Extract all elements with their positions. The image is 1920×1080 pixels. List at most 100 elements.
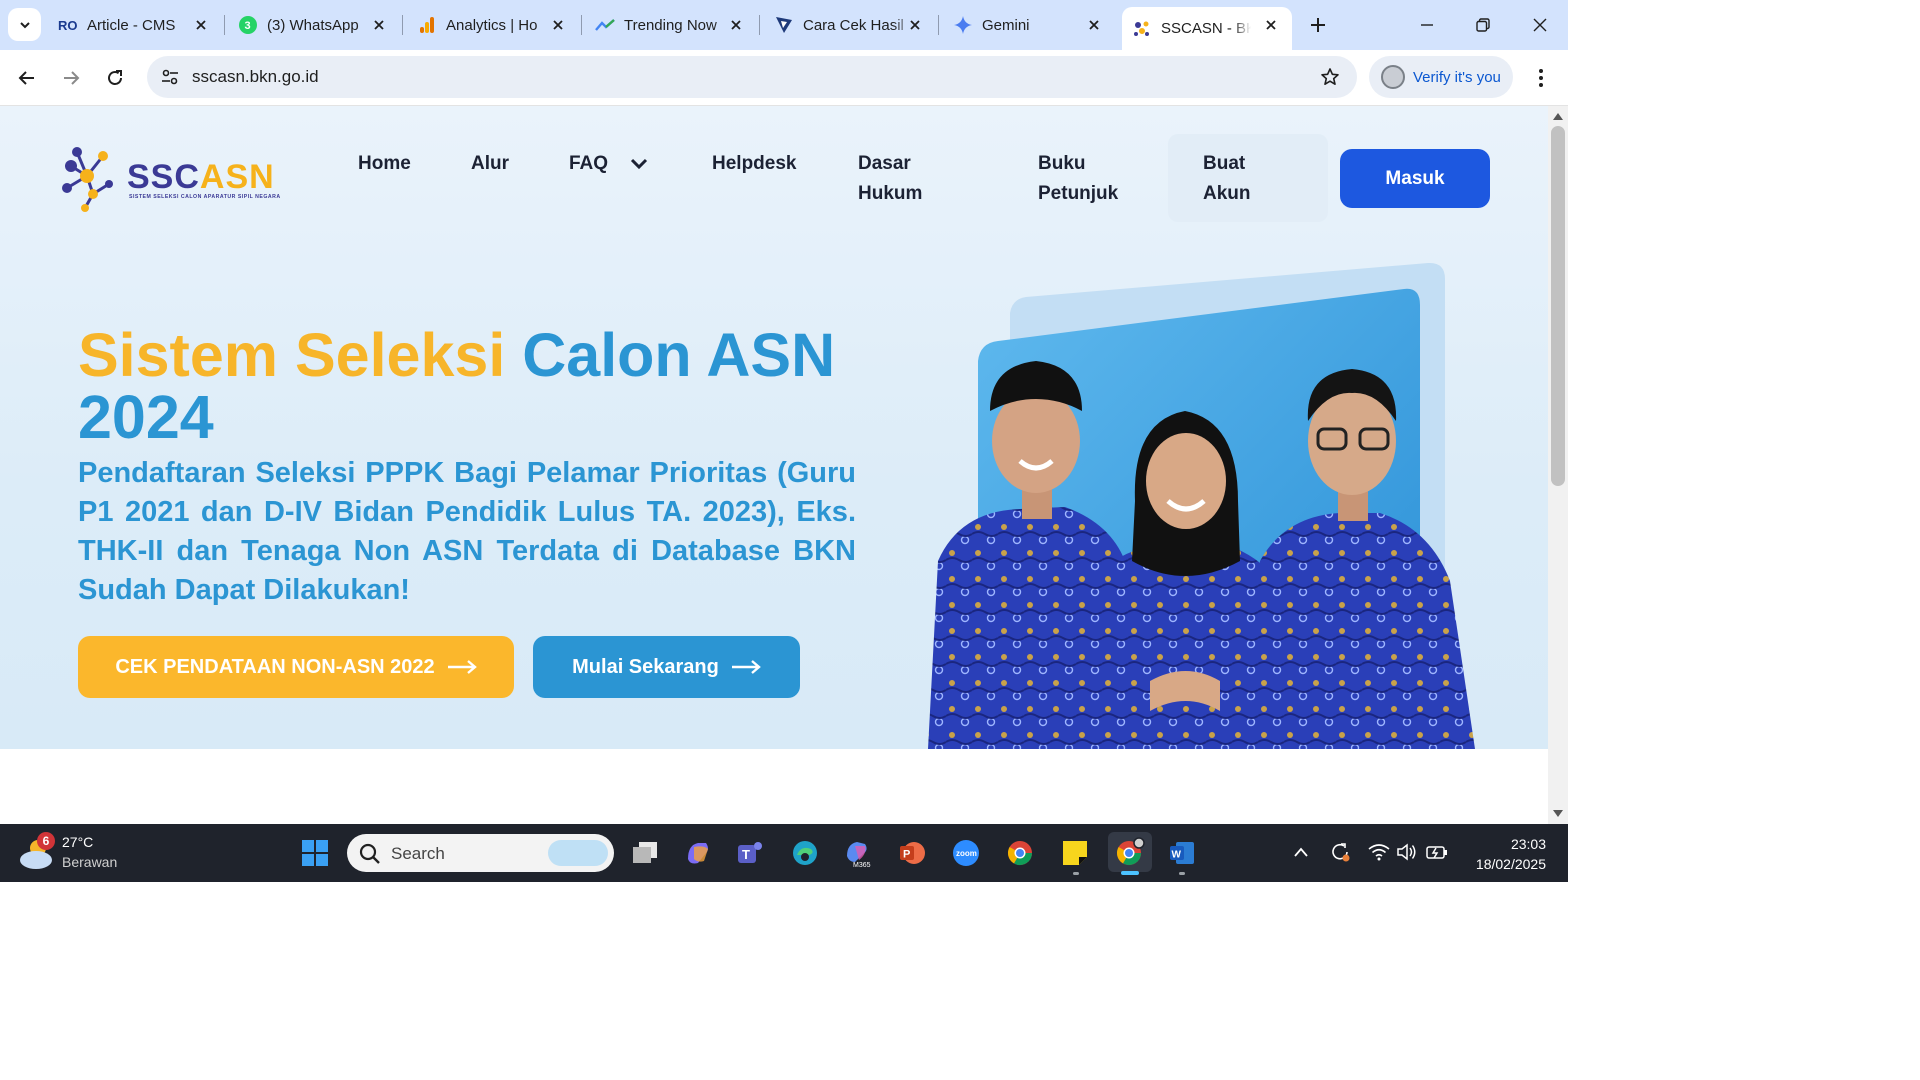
nav-buat-akun[interactable]: Buat Akun <box>1203 149 1251 209</box>
chrome-icon <box>1007 841 1032 866</box>
tray-volume[interactable] <box>1396 841 1418 863</box>
ro-icon: RO <box>58 15 78 35</box>
hero-title-part1: Sistem Seleksi <box>78 321 506 389</box>
clock-date: 18/02/2025 <box>1475 856 1546 872</box>
taskbar-edge[interactable] <box>787 835 823 871</box>
browser-toolbar: sscasn.bkn.go.id Verify it's you <box>0 50 1568 106</box>
scrollbar-thumb[interactable] <box>1551 126 1565 486</box>
close-icon[interactable] <box>727 16 745 34</box>
back-button[interactable] <box>13 64 41 92</box>
nav-label-line: Petunjuk <box>1038 183 1119 204</box>
article-icon <box>774 15 794 35</box>
close-icon[interactable] <box>906 16 924 34</box>
tray-wifi[interactable] <box>1368 841 1390 863</box>
nav-label-line: Dasar <box>858 153 911 174</box>
wifi-icon <box>1368 844 1390 861</box>
tab-search-button[interactable] <box>8 8 41 41</box>
sscasn-logo[interactable]: SSCASN SISTEM SELEKSI CALON APARATUR SIP… <box>57 144 280 212</box>
taskbar-sticky-notes[interactable] <box>1057 835 1093 871</box>
close-icon[interactable] <box>192 16 210 34</box>
weather-temperature[interactable]: 27°C <box>62 834 93 850</box>
more-vert-icon <box>1539 69 1543 87</box>
profile-verify-button[interactable]: Verify it's you <box>1369 56 1513 98</box>
svg-text:T: T <box>742 847 750 862</box>
tab-sscasn[interactable]: SSCASN - BKN <box>1122 7 1292 50</box>
page-scrollbar[interactable] <box>1548 106 1568 824</box>
running-indicator <box>1073 872 1079 875</box>
verify-label: Verify it's you <box>1413 68 1501 86</box>
taskbar-search[interactable]: Search <box>347 834 614 872</box>
taskbar-teams[interactable]: T <box>733 835 769 871</box>
start-button[interactable] <box>297 835 333 871</box>
masuk-button[interactable]: Masuk <box>1340 149 1490 208</box>
forward-button[interactable] <box>57 64 85 92</box>
page-viewport: SSCASN SISTEM SELEKSI CALON APARATUR SIP… <box>0 106 1548 824</box>
tray-sync[interactable] <box>1329 841 1351 863</box>
nav-alur[interactable]: Alur <box>471 149 509 179</box>
tab-separator <box>224 15 225 35</box>
avatar <box>1381 65 1405 89</box>
tray-battery[interactable] <box>1426 841 1448 863</box>
hero-title: Sistem Seleksi Calon ASN 2024 <box>78 324 878 448</box>
tab-title: Gemini <box>982 16 1030 34</box>
scroll-down-icon[interactable] <box>1553 810 1563 818</box>
logo-text-accent: ASN <box>199 158 275 196</box>
taskbar-chrome[interactable] <box>1002 835 1038 871</box>
close-icon[interactable] <box>549 16 567 34</box>
cek-pendataan-label: CEK PENDATAAN NON-ASN 2022 <box>115 655 435 678</box>
url-text[interactable]: sscasn.bkn.go.id <box>192 67 319 87</box>
restore-button[interactable] <box>1470 12 1496 38</box>
close-window-button[interactable] <box>1527 12 1553 38</box>
tab-gemini[interactable]: Gemini <box>953 7 1103 43</box>
taskbar-zoom[interactable]: zoom <box>948 835 984 871</box>
nav-buku-petunjuk[interactable]: Buku Petunjuk <box>1038 149 1118 209</box>
hero-illustration <box>928 262 1475 749</box>
close-icon[interactable] <box>1262 16 1280 34</box>
new-tab-button[interactable] <box>1305 12 1331 38</box>
tab-article-cms[interactable]: RO Article - CMS <box>58 7 210 43</box>
reload-icon <box>108 70 122 85</box>
tab-analytics[interactable]: Analytics | Ho <box>417 7 567 43</box>
browser-menu-button[interactable] <box>1528 64 1554 92</box>
search-highlight-icon <box>548 840 608 866</box>
tab-cara-cek[interactable]: Cara Cek Hasil <box>774 7 924 43</box>
nav-helpdesk[interactable]: Helpdesk <box>712 149 796 179</box>
taskbar-copilot[interactable] <box>680 835 716 871</box>
taskbar-word[interactable]: W <box>1164 835 1200 871</box>
tab-trending[interactable]: Trending Now <box>595 7 745 43</box>
site-info-icon[interactable] <box>157 64 183 90</box>
chevron-down-icon[interactable] <box>628 152 650 174</box>
volume-icon <box>1397 843 1416 861</box>
close-icon[interactable] <box>370 16 388 34</box>
reload-button[interactable] <box>101 64 129 92</box>
word-icon: W <box>1170 842 1194 864</box>
cek-pendataan-button[interactable]: CEK PENDATAAN NON-ASN 2022 <box>78 636 514 698</box>
scroll-up-icon[interactable] <box>1553 112 1563 120</box>
minimize-button[interactable] <box>1414 12 1440 38</box>
taskbar-clock[interactable]: 23:03 18/02/2025 <box>1462 834 1546 874</box>
sync-icon <box>1332 843 1350 862</box>
mulai-sekarang-button[interactable]: Mulai Sekarang <box>533 636 800 698</box>
close-icon[interactable] <box>1085 16 1103 34</box>
mulai-sekarang-label: Mulai Sekarang <box>572 655 719 678</box>
tab-separator <box>402 15 403 35</box>
weather-condition[interactable]: Berawan <box>62 854 117 870</box>
analytics-icon <box>417 15 437 35</box>
taskbar-m365[interactable]: M365 <box>840 835 876 871</box>
bookmark-star-icon[interactable] <box>1319 66 1341 88</box>
sscasn-icon <box>1132 19 1152 39</box>
nav-home[interactable]: Home <box>358 149 411 179</box>
svg-text:M365: M365 <box>853 862 871 868</box>
edge-icon <box>793 841 817 865</box>
tab-title: Trending Now <box>624 16 717 34</box>
nav-dasar-hukum[interactable]: Dasar Hukum <box>858 149 922 209</box>
task-view-button[interactable] <box>627 835 663 871</box>
nav-faq[interactable]: FAQ <box>569 149 608 179</box>
powerpoint-icon: P <box>900 842 925 864</box>
tab-whatsapp[interactable]: 3 (3) WhatsApp <box>238 7 388 43</box>
address-bar[interactable]: sscasn.bkn.go.id <box>147 56 1357 98</box>
taskbar-powerpoint[interactable]: P <box>894 835 930 871</box>
nav-label-line: Akun <box>1203 183 1251 204</box>
tray-overflow-button[interactable] <box>1290 841 1312 863</box>
taskbar-chrome-profile[interactable] <box>1108 832 1152 872</box>
